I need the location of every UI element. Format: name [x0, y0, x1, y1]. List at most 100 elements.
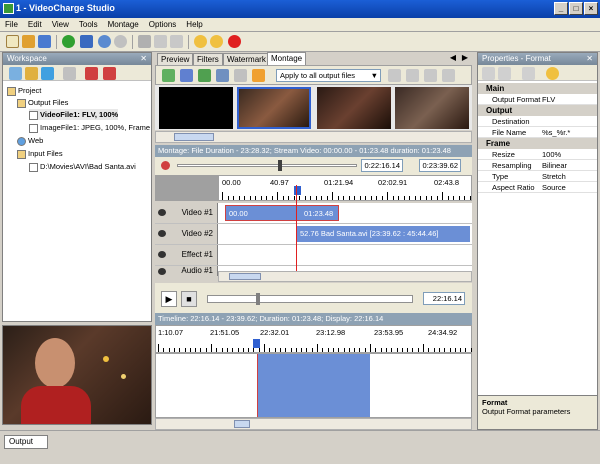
add-image-icon[interactable]	[180, 69, 193, 82]
tree-item-videofile1[interactable]: VideoFile1: FLV, 100%	[29, 109, 119, 120]
prop-category-output[interactable]: Output	[478, 105, 597, 116]
prop-aspect-ratio[interactable]: Aspect Ratio Source	[478, 182, 597, 193]
trim-start-time[interactable]: 0:22:16.14	[361, 159, 403, 172]
clip-bad-santa[interactable]: 52.76 Bad Santa.avi [23:39.62 : 45:44.46…	[297, 226, 470, 242]
ruler-tick	[255, 196, 256, 200]
tree-item-bad-santa[interactable]: D:\Movies\AVI\Bad Santa.avi	[29, 161, 136, 172]
copy-icon[interactable]	[154, 35, 167, 48]
eye-icon[interactable]	[158, 209, 166, 216]
prop-destination[interactable]: Destination	[478, 116, 597, 127]
menu-options[interactable]: Options	[144, 18, 182, 31]
expand-icon[interactable]	[442, 69, 455, 82]
tab-watermark[interactable]: Watermark	[223, 53, 270, 65]
timeline-overview[interactable]	[155, 353, 472, 418]
delete-clip-icon[interactable]	[234, 69, 247, 82]
split-icon[interactable]	[216, 69, 229, 82]
minimize-button[interactable]: _	[554, 2, 568, 15]
prop-type[interactable]: Type Stretch	[478, 171, 597, 182]
new-project-icon[interactable]	[6, 35, 19, 48]
eye-icon[interactable]	[158, 251, 166, 258]
prop-key: Output Format	[492, 95, 541, 104]
tree-item-output-files[interactable]: Output Files	[17, 97, 68, 108]
timeline-selection[interactable]	[257, 354, 370, 417]
mark-icon[interactable]	[161, 161, 170, 170]
thumbnail-frame[interactable]	[159, 87, 233, 129]
tree-item-project[interactable]: Project	[7, 85, 41, 96]
thumbnail-scrollbar[interactable]	[155, 131, 472, 143]
add-audio-icon[interactable]	[198, 69, 211, 82]
clip-video-1[interactable]: 00.00 01:23.48	[225, 205, 339, 221]
timer-icon[interactable]	[194, 35, 207, 48]
prop-category-frame[interactable]: Frame	[478, 138, 597, 149]
trim-slider[interactable]	[177, 160, 357, 171]
add-web-icon[interactable]	[41, 67, 54, 80]
tab-montage[interactable]: Montage	[267, 52, 307, 65]
prop-category-main[interactable]: Main	[478, 83, 597, 94]
tracks-scrollbar[interactable]	[218, 271, 472, 282]
output-tab[interactable]: Output	[4, 435, 48, 449]
playback-time[interactable]: 22:16.14	[423, 292, 465, 305]
tree-item-imagefile1[interactable]: ImageFile1: JPEG, 100%, Frame	[29, 122, 150, 133]
tree-item-web[interactable]: Web	[17, 135, 43, 146]
prop-resampling[interactable]: Resampling Bilinear	[478, 160, 597, 171]
stop-playback-icon[interactable]: ■	[181, 291, 197, 307]
thumbnail-frame-selected[interactable]	[237, 87, 311, 129]
apply-target-select[interactable]: Apply to all output files ▼	[276, 69, 381, 82]
close-button[interactable]: ×	[584, 2, 598, 15]
presets-icon[interactable]	[522, 67, 535, 80]
convert-icon[interactable]	[62, 35, 75, 48]
timeline-ruler-top[interactable]: 00.00 40.97 01:21.94 02:02.91 02:43.8	[155, 175, 472, 201]
ruler-tick	[423, 344, 424, 352]
categorized-icon[interactable]	[482, 67, 495, 80]
thumbnail-frame[interactable]	[395, 87, 469, 129]
lock-icon[interactable]	[252, 69, 265, 82]
playback-slider[interactable]	[207, 293, 413, 305]
tab-filters[interactable]: Filters	[193, 53, 223, 65]
close-icon[interactable]: ✕	[140, 53, 147, 65]
menu-tools[interactable]: Tools	[74, 18, 103, 31]
eye-icon[interactable]	[158, 230, 166, 237]
eye-icon[interactable]	[158, 268, 166, 275]
paste-icon[interactable]	[170, 35, 183, 48]
wizard-icon[interactable]	[80, 35, 93, 48]
menu-view[interactable]: View	[47, 18, 74, 31]
timeline-ruler-bottom[interactable]: 1:10.07 21:51.05 22:32.01 23:12.98 23:53…	[155, 325, 472, 353]
prop-output-format[interactable]: Output Format FLV	[478, 94, 597, 105]
tab-scroll-right-icon[interactable]: ▶	[462, 53, 468, 62]
timeline-scrollbar[interactable]	[155, 418, 472, 430]
trim-end-time[interactable]: 0:23:39.62	[419, 159, 461, 172]
ruler-tick	[293, 196, 295, 200]
remove-icon[interactable]	[85, 67, 98, 80]
prop-resize[interactable]: Resize 100%	[478, 149, 597, 160]
add-input-icon[interactable]	[25, 67, 38, 80]
align-left-icon[interactable]	[388, 69, 401, 82]
close-icon[interactable]: ✕	[586, 53, 593, 65]
maximize-button[interactable]: □	[569, 2, 583, 15]
schedule-icon[interactable]	[210, 35, 223, 48]
save-icon[interactable]	[38, 35, 51, 48]
prop-file-name[interactable]: File Name %s_%r.*	[478, 127, 597, 138]
cut-icon[interactable]	[138, 35, 151, 48]
redo-icon[interactable]	[114, 35, 127, 48]
add-clip-icon[interactable]	[162, 69, 175, 82]
menu-montage[interactable]: Montage	[103, 18, 144, 31]
sort-alpha-icon[interactable]	[498, 67, 511, 80]
menu-edit[interactable]: Edit	[23, 18, 47, 31]
reset-icon[interactable]	[546, 67, 559, 80]
undo-icon[interactable]	[98, 35, 111, 48]
menu-help[interactable]: Help	[181, 18, 207, 31]
play-icon[interactable]: ▶	[161, 291, 177, 307]
menu-file[interactable]: File	[0, 18, 23, 31]
thumbnail-frame[interactable]	[317, 87, 391, 129]
tree-item-input-files[interactable]: Input Files	[17, 148, 63, 159]
tab-scroll-left-icon[interactable]: ◀	[450, 53, 456, 62]
open-icon[interactable]	[22, 35, 35, 48]
playhead-marker[interactable]	[253, 339, 260, 348]
tab-preview[interactable]: Preview	[157, 53, 194, 65]
fit-icon[interactable]	[424, 69, 437, 82]
add-output-icon[interactable]	[9, 67, 22, 80]
stop-icon[interactable]	[228, 35, 241, 48]
properties-icon[interactable]	[63, 67, 76, 80]
align-right-icon[interactable]	[406, 69, 419, 82]
remove-all-icon[interactable]	[103, 67, 116, 80]
